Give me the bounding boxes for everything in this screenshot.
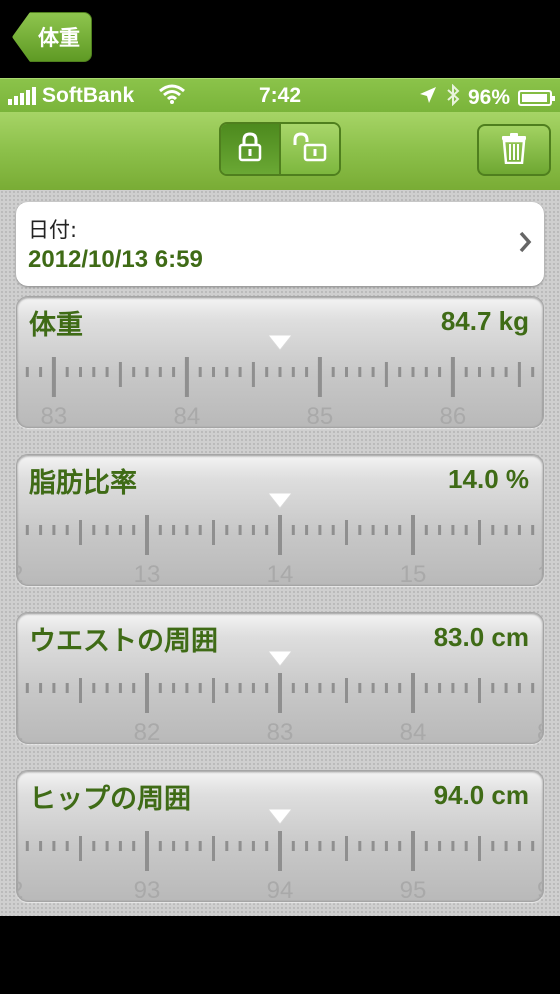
edge-tick-label-right: 8: [537, 719, 544, 744]
weight-label: 体重: [29, 310, 83, 341]
bottom-bezel: [0, 916, 560, 994]
lock-segment[interactable]: [221, 124, 281, 174]
lock-closed-icon: [238, 132, 262, 166]
hip-ruler[interactable]: 93 94 95 2 9 ヒップの周囲 94.0 cm: [16, 770, 544, 902]
chevron-right-icon: [518, 230, 532, 258]
tick-label: 95: [400, 877, 427, 902]
tick-label: 82: [134, 719, 161, 744]
unlock-segment[interactable]: [281, 124, 339, 174]
battery-icon: [518, 90, 555, 106]
battery-percent: 96%: [467, 86, 510, 109]
trash-icon: [501, 132, 527, 168]
lock-open-icon: [293, 132, 327, 166]
edge-tick-label-left: 1: [17, 719, 23, 744]
body-fat-ruler[interactable]: 13 14 15 2 1 脂肪比率 14.0 %: [16, 454, 544, 586]
tick-label: 13: [134, 561, 161, 586]
location-arrow-icon: [418, 85, 438, 111]
status-right: 96%: [418, 83, 555, 112]
edge-tick-label-right: 1: [537, 561, 544, 586]
tick-label: 85: [307, 403, 334, 428]
edge-tick-label-left: 2: [17, 561, 23, 586]
tick-label: 94: [267, 877, 294, 902]
value-indicator-icon: [266, 650, 294, 667]
tick-label: 83: [267, 719, 294, 744]
weight-value: 84.7 kg: [440, 306, 529, 336]
waist-label: ウエストの周囲: [29, 626, 218, 657]
body-fat-value: 14.0 %: [448, 464, 529, 494]
date-row[interactable]: 日付: 2012/10/13 6:59: [16, 202, 544, 286]
tick-label: 84: [174, 403, 201, 428]
edge-tick-label-right: 9: [537, 877, 544, 902]
date-value: 2012/10/13 6:59: [28, 246, 203, 273]
tick-label: 83: [41, 403, 68, 428]
tick-label: 93: [134, 877, 161, 902]
body-fat-label: 脂肪比率: [29, 468, 137, 499]
delete-button[interactable]: [477, 124, 551, 176]
hip-label: ヒップの周囲: [29, 784, 191, 815]
back-button[interactable]: 体重: [12, 12, 92, 62]
tick-label: 84: [400, 719, 427, 744]
hip-value: 94.0 cm: [433, 780, 529, 810]
value-indicator-icon: [266, 334, 294, 351]
bluetooth-icon: [446, 83, 460, 112]
tick-label: 14: [267, 561, 294, 586]
lock-segmented-control[interactable]: [219, 122, 341, 176]
back-button-label: 体重: [38, 26, 80, 50]
value-indicator-icon: [266, 808, 294, 825]
edge-tick-label-left: 2: [17, 877, 23, 902]
weight-ruler[interactable]: 83 84 85 86 体重 84.7 kg: [16, 296, 544, 428]
waist-ruler[interactable]: 82 83 84 1 8 ウエストの周囲 83.0 cm: [16, 612, 544, 744]
date-label: 日付:: [28, 218, 78, 242]
tick-label: 15: [400, 561, 427, 586]
tick-label: 86: [440, 403, 467, 428]
waist-value: 83.0 cm: [433, 622, 529, 652]
status-bar: SoftBank 7:42 96%: [0, 78, 560, 112]
value-indicator-icon: [266, 492, 294, 509]
